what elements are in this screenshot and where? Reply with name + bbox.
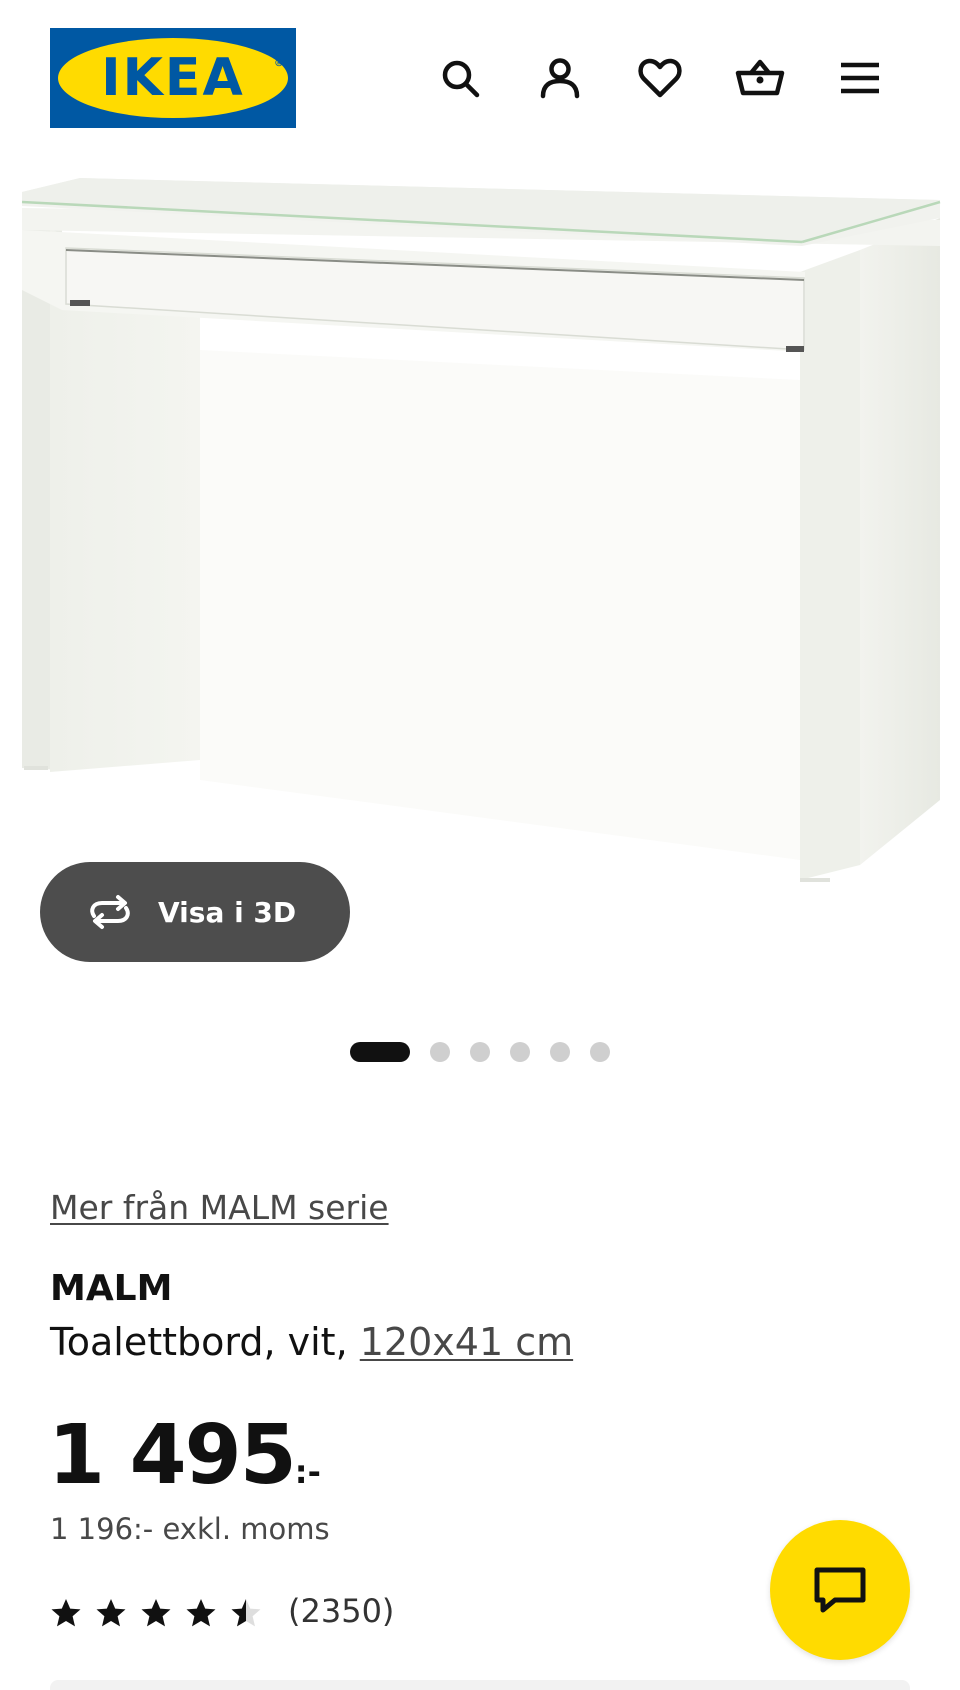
next-section-edge: [50, 1680, 910, 1690]
review-count[interactable]: (2350): [288, 1592, 394, 1630]
star-full-icon: [186, 1599, 216, 1627]
dressing-table-image: [21, 178, 941, 882]
heart-icon: [638, 58, 682, 98]
star-half-icon: [231, 1599, 261, 1627]
carousel-dot-5[interactable]: [550, 1042, 570, 1062]
account-button[interactable]: [534, 52, 586, 104]
user-icon: [540, 58, 580, 99]
star-full-icon: [96, 1599, 126, 1627]
search-button[interactable]: [434, 52, 486, 104]
carousel-dot-4[interactable]: [510, 1042, 530, 1062]
product-description: Toalettbord, vit, 120x41 cm: [50, 1320, 573, 1364]
logo-text: IKEA: [101, 48, 245, 108]
logo-registered-mark: ®: [274, 58, 284, 69]
chat-button[interactable]: [770, 1520, 910, 1660]
product-price: 1 495:-: [48, 1408, 321, 1503]
menu-icon: [841, 62, 879, 94]
basket-button[interactable]: [734, 52, 786, 104]
ikea-logo[interactable]: IKEA ®: [50, 28, 296, 128]
carousel-dot-3[interactable]: [470, 1042, 490, 1062]
carousel-indicator: [0, 1042, 960, 1062]
search-icon: [442, 60, 480, 98]
carousel-dot-2[interactable]: [430, 1042, 450, 1062]
rating-stars[interactable]: [50, 1596, 275, 1630]
product-image[interactable]: [0, 160, 960, 890]
price-suffix: :-: [294, 1453, 321, 1491]
series-link[interactable]: Mer från MALM serie: [50, 1188, 389, 1227]
size-link[interactable]: 120x41 cm: [360, 1320, 573, 1364]
menu-button[interactable]: [834, 52, 886, 104]
chat-icon: [814, 1567, 866, 1613]
price-excl-vat: 1 196:- exkl. moms: [50, 1512, 330, 1546]
carousel-dot-6[interactable]: [590, 1042, 610, 1062]
basket-icon: [735, 59, 785, 96]
star-full-icon: [141, 1599, 171, 1627]
rotate-3d-icon: [90, 895, 130, 929]
header: IKEA ®: [0, 0, 960, 160]
product-type: Toalettbord, vit,: [50, 1320, 348, 1364]
product-name: MALM: [50, 1268, 173, 1309]
carousel-dot-1[interactable]: [350, 1042, 410, 1062]
view-in-3d-label: Visa i 3D: [158, 895, 297, 929]
price-amount: 1 495: [48, 1408, 297, 1503]
view-in-3d-button[interactable]: Visa i 3D: [40, 862, 350, 962]
star-full-icon: [51, 1599, 81, 1627]
wishlist-button[interactable]: [634, 52, 686, 104]
